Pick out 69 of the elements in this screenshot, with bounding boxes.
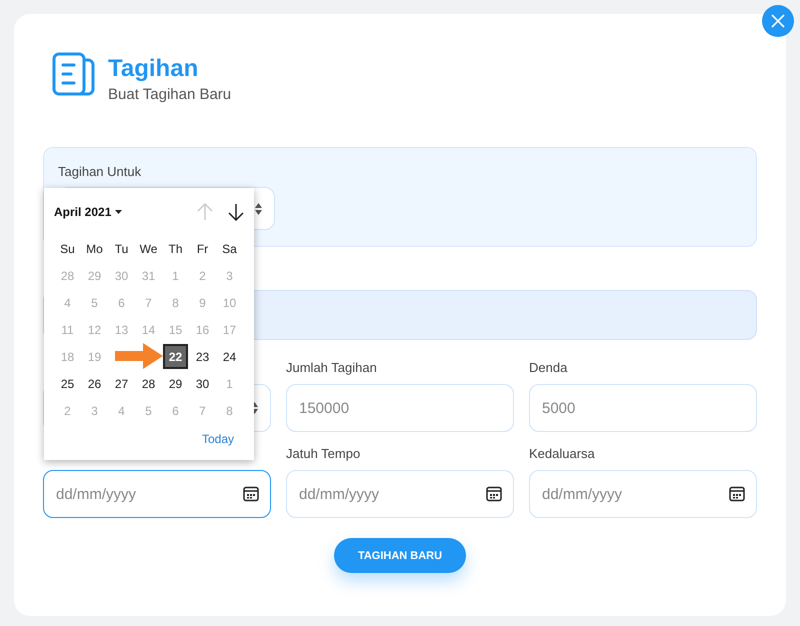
day-cell[interactable]: 19 xyxy=(81,343,108,370)
day-cell[interactable]: 16 xyxy=(189,316,216,343)
day-cell[interactable]: 4 xyxy=(54,289,81,316)
close-icon xyxy=(771,14,785,28)
date-field[interactable]: dd/mm/yyyy xyxy=(43,470,271,518)
input-field[interactable]: 150000 xyxy=(286,384,514,432)
submit-button[interactable]: TAGIHAN BARU xyxy=(334,538,466,573)
day-cell[interactable]: 9 xyxy=(189,289,216,316)
field-label: Kedaluarsa xyxy=(529,446,596,462)
day-cell[interactable]: 15 xyxy=(162,316,189,343)
day-cell[interactable]: 8 xyxy=(216,397,243,424)
calendar-icon xyxy=(729,486,745,502)
day-cell[interactable]: 5 xyxy=(135,397,162,424)
close-button[interactable] xyxy=(762,5,794,37)
document-icon xyxy=(52,52,96,96)
modal-title: Tagihan xyxy=(108,55,200,83)
field-label: Denda xyxy=(529,360,568,376)
day-cell[interactable]: 28 xyxy=(135,370,162,397)
day-cell[interactable]: 2 xyxy=(54,397,81,424)
day-cell[interactable]: 8 xyxy=(162,289,189,316)
day-cell[interactable]: 2 xyxy=(189,262,216,289)
day-cell[interactable]: 12 xyxy=(81,316,108,343)
today-link[interactable]: Today xyxy=(202,432,234,446)
weekday-label: Fr xyxy=(196,240,210,258)
day-cell[interactable]: 4 xyxy=(108,397,135,424)
weekday-label: We xyxy=(138,240,158,258)
day-cell[interactable]: 1 xyxy=(216,370,243,397)
caret-icon xyxy=(115,210,122,214)
day-cell[interactable]: 3 xyxy=(216,262,243,289)
day-cell[interactable]: 10 xyxy=(216,289,243,316)
day-cell[interactable]: 7 xyxy=(135,289,162,316)
month-dropdown[interactable]: April 2021 xyxy=(54,205,112,219)
day-cell[interactable]: 23 xyxy=(189,343,216,370)
day-cell[interactable]: 1 xyxy=(162,262,189,289)
calendar-icon xyxy=(243,486,259,502)
weekday-label: Th xyxy=(167,240,184,258)
day-cell[interactable]: 6 xyxy=(162,397,189,424)
day-cell[interactable]: 6 xyxy=(108,289,135,316)
field-label: Jumlah Tagihan xyxy=(286,360,378,376)
day-cell[interactable]: 17 xyxy=(216,316,243,343)
day-cell[interactable]: 5 xyxy=(81,289,108,316)
weekday-label: Tu xyxy=(114,240,130,258)
day-cell[interactable]: 14 xyxy=(135,316,162,343)
day-cell[interactable]: 30 xyxy=(189,370,216,397)
day-cell[interactable]: 27 xyxy=(108,370,135,397)
arrow-icon xyxy=(115,343,163,369)
modal-subtitle: Buat Tagihan Baru xyxy=(108,86,232,103)
day-cell[interactable]: 29 xyxy=(162,370,189,397)
day-cell[interactable]: 25 xyxy=(54,370,81,397)
weekday-label: Mo xyxy=(85,240,104,258)
day-cell[interactable]: 26 xyxy=(81,370,108,397)
field-label: Tagihan Untuk xyxy=(58,164,142,179)
day-cell[interactable]: 13 xyxy=(108,316,135,343)
day-cell[interactable]: 22 xyxy=(163,344,188,369)
calendar-icon xyxy=(486,486,502,502)
weekday-label: Su xyxy=(59,240,76,258)
input-field[interactable]: 5000 xyxy=(529,384,757,432)
day-cell[interactable]: 18 xyxy=(54,343,81,370)
field-label: Jatuh Tempo xyxy=(286,446,362,462)
day-cell[interactable]: 7 xyxy=(189,397,216,424)
day-cell[interactable]: 31 xyxy=(135,262,162,289)
day-cell[interactable]: 28 xyxy=(54,262,81,289)
day-cell[interactable]: 3 xyxy=(81,397,108,424)
day-cell[interactable]: 29 xyxy=(81,262,108,289)
down-arrow-icon[interactable] xyxy=(228,203,244,221)
weekday-label: Sa xyxy=(221,240,238,258)
day-cell[interactable]: 30 xyxy=(108,262,135,289)
day-cell[interactable]: 24 xyxy=(216,343,243,370)
day-cell[interactable]: 11 xyxy=(54,316,81,343)
